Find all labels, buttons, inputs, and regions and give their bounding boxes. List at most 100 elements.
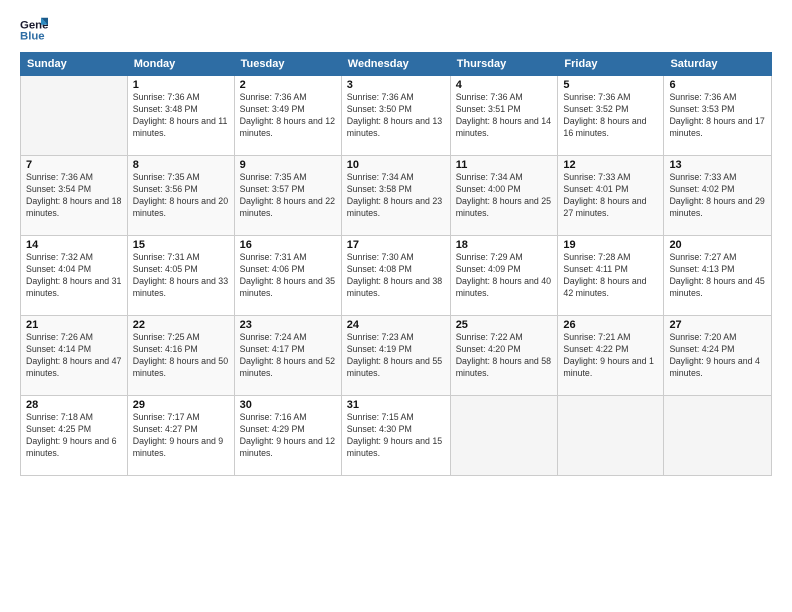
calendar-cell: 12Sunrise: 7:33 AMSunset: 4:01 PMDayligh…	[558, 156, 664, 236]
weekday-header-cell: Monday	[127, 53, 234, 76]
day-number: 5	[563, 79, 658, 91]
day-info: Sunrise: 7:36 AMSunset: 3:52 PMDaylight:…	[563, 92, 658, 140]
day-info: Sunrise: 7:31 AMSunset: 4:05 PMDaylight:…	[133, 252, 229, 300]
calendar-cell: 28Sunrise: 7:18 AMSunset: 4:25 PMDayligh…	[21, 396, 128, 476]
weekday-header-cell: Thursday	[450, 53, 558, 76]
day-info: Sunrise: 7:15 AMSunset: 4:30 PMDaylight:…	[347, 412, 445, 460]
day-number: 21	[26, 319, 122, 331]
calendar-page: General Blue SundayMondayTuesdayWednesda…	[0, 0, 792, 612]
day-info: Sunrise: 7:36 AMSunset: 3:50 PMDaylight:…	[347, 92, 445, 140]
day-number: 22	[133, 319, 229, 331]
logo-icon: General Blue	[20, 16, 48, 44]
day-info: Sunrise: 7:36 AMSunset: 3:53 PMDaylight:…	[669, 92, 766, 140]
day-info: Sunrise: 7:31 AMSunset: 4:06 PMDaylight:…	[240, 252, 336, 300]
calendar-cell: 25Sunrise: 7:22 AMSunset: 4:20 PMDayligh…	[450, 316, 558, 396]
day-number: 23	[240, 319, 336, 331]
weekday-header-cell: Wednesday	[341, 53, 450, 76]
day-number: 31	[347, 399, 445, 411]
calendar-cell: 21Sunrise: 7:26 AMSunset: 4:14 PMDayligh…	[21, 316, 128, 396]
day-info: Sunrise: 7:36 AMSunset: 3:49 PMDaylight:…	[240, 92, 336, 140]
day-number: 4	[456, 79, 553, 91]
calendar-cell: 27Sunrise: 7:20 AMSunset: 4:24 PMDayligh…	[664, 316, 772, 396]
calendar-cell: 18Sunrise: 7:29 AMSunset: 4:09 PMDayligh…	[450, 236, 558, 316]
calendar-week-row: 21Sunrise: 7:26 AMSunset: 4:14 PMDayligh…	[21, 316, 772, 396]
day-number: 27	[669, 319, 766, 331]
calendar-cell: 14Sunrise: 7:32 AMSunset: 4:04 PMDayligh…	[21, 236, 128, 316]
day-number: 30	[240, 399, 336, 411]
day-number: 24	[347, 319, 445, 331]
day-info: Sunrise: 7:28 AMSunset: 4:11 PMDaylight:…	[563, 252, 658, 300]
calendar-cell: 5Sunrise: 7:36 AMSunset: 3:52 PMDaylight…	[558, 76, 664, 156]
day-number: 13	[669, 159, 766, 171]
day-number: 2	[240, 79, 336, 91]
day-info: Sunrise: 7:26 AMSunset: 4:14 PMDaylight:…	[26, 332, 122, 380]
day-number: 7	[26, 159, 122, 171]
calendar-cell: 3Sunrise: 7:36 AMSunset: 3:50 PMDaylight…	[341, 76, 450, 156]
weekday-header-cell: Tuesday	[234, 53, 341, 76]
day-number: 1	[133, 79, 229, 91]
day-info: Sunrise: 7:29 AMSunset: 4:09 PMDaylight:…	[456, 252, 553, 300]
day-number: 29	[133, 399, 229, 411]
calendar-cell: 22Sunrise: 7:25 AMSunset: 4:16 PMDayligh…	[127, 316, 234, 396]
day-info: Sunrise: 7:21 AMSunset: 4:22 PMDaylight:…	[563, 332, 658, 380]
day-number: 19	[563, 239, 658, 251]
day-number: 12	[563, 159, 658, 171]
day-info: Sunrise: 7:27 AMSunset: 4:13 PMDaylight:…	[669, 252, 766, 300]
day-number: 14	[26, 239, 122, 251]
day-number: 3	[347, 79, 445, 91]
calendar-cell: 30Sunrise: 7:16 AMSunset: 4:29 PMDayligh…	[234, 396, 341, 476]
calendar-cell: 23Sunrise: 7:24 AMSunset: 4:17 PMDayligh…	[234, 316, 341, 396]
day-info: Sunrise: 7:20 AMSunset: 4:24 PMDaylight:…	[669, 332, 766, 380]
day-number: 10	[347, 159, 445, 171]
day-info: Sunrise: 7:34 AMSunset: 4:00 PMDaylight:…	[456, 172, 553, 220]
calendar-cell: 7Sunrise: 7:36 AMSunset: 3:54 PMDaylight…	[21, 156, 128, 236]
calendar-body: 1Sunrise: 7:36 AMSunset: 3:48 PMDaylight…	[21, 76, 772, 476]
day-number: 16	[240, 239, 336, 251]
day-number: 11	[456, 159, 553, 171]
weekday-header-cell: Saturday	[664, 53, 772, 76]
calendar-table: SundayMondayTuesdayWednesdayThursdayFrid…	[20, 52, 772, 476]
calendar-cell: 29Sunrise: 7:17 AMSunset: 4:27 PMDayligh…	[127, 396, 234, 476]
day-number: 6	[669, 79, 766, 91]
day-info: Sunrise: 7:16 AMSunset: 4:29 PMDaylight:…	[240, 412, 336, 460]
day-info: Sunrise: 7:22 AMSunset: 4:20 PMDaylight:…	[456, 332, 553, 380]
day-number: 18	[456, 239, 553, 251]
day-number: 25	[456, 319, 553, 331]
calendar-cell: 17Sunrise: 7:30 AMSunset: 4:08 PMDayligh…	[341, 236, 450, 316]
header: General Blue	[20, 16, 772, 44]
day-number: 26	[563, 319, 658, 331]
day-info: Sunrise: 7:24 AMSunset: 4:17 PMDaylight:…	[240, 332, 336, 380]
calendar-week-row: 7Sunrise: 7:36 AMSunset: 3:54 PMDaylight…	[21, 156, 772, 236]
day-info: Sunrise: 7:18 AMSunset: 4:25 PMDaylight:…	[26, 412, 122, 460]
day-info: Sunrise: 7:35 AMSunset: 3:56 PMDaylight:…	[133, 172, 229, 220]
calendar-week-row: 28Sunrise: 7:18 AMSunset: 4:25 PMDayligh…	[21, 396, 772, 476]
calendar-cell: 31Sunrise: 7:15 AMSunset: 4:30 PMDayligh…	[341, 396, 450, 476]
day-info: Sunrise: 7:33 AMSunset: 4:01 PMDaylight:…	[563, 172, 658, 220]
day-info: Sunrise: 7:32 AMSunset: 4:04 PMDaylight:…	[26, 252, 122, 300]
day-info: Sunrise: 7:36 AMSunset: 3:51 PMDaylight:…	[456, 92, 553, 140]
day-info: Sunrise: 7:34 AMSunset: 3:58 PMDaylight:…	[347, 172, 445, 220]
day-number: 17	[347, 239, 445, 251]
calendar-cell	[664, 396, 772, 476]
calendar-week-row: 1Sunrise: 7:36 AMSunset: 3:48 PMDaylight…	[21, 76, 772, 156]
svg-text:Blue: Blue	[20, 31, 45, 43]
day-number: 15	[133, 239, 229, 251]
day-info: Sunrise: 7:23 AMSunset: 4:19 PMDaylight:…	[347, 332, 445, 380]
day-info: Sunrise: 7:25 AMSunset: 4:16 PMDaylight:…	[133, 332, 229, 380]
calendar-cell: 9Sunrise: 7:35 AMSunset: 3:57 PMDaylight…	[234, 156, 341, 236]
weekday-header-cell: Friday	[558, 53, 664, 76]
calendar-cell: 15Sunrise: 7:31 AMSunset: 4:05 PMDayligh…	[127, 236, 234, 316]
calendar-cell: 2Sunrise: 7:36 AMSunset: 3:49 PMDaylight…	[234, 76, 341, 156]
calendar-cell	[450, 396, 558, 476]
calendar-cell: 19Sunrise: 7:28 AMSunset: 4:11 PMDayligh…	[558, 236, 664, 316]
weekday-header-cell: Sunday	[21, 53, 128, 76]
calendar-cell	[558, 396, 664, 476]
calendar-cell: 16Sunrise: 7:31 AMSunset: 4:06 PMDayligh…	[234, 236, 341, 316]
day-number: 20	[669, 239, 766, 251]
weekday-header-row: SundayMondayTuesdayWednesdayThursdayFrid…	[21, 53, 772, 76]
calendar-cell: 4Sunrise: 7:36 AMSunset: 3:51 PMDaylight…	[450, 76, 558, 156]
calendar-cell: 11Sunrise: 7:34 AMSunset: 4:00 PMDayligh…	[450, 156, 558, 236]
calendar-cell: 1Sunrise: 7:36 AMSunset: 3:48 PMDaylight…	[127, 76, 234, 156]
calendar-cell: 24Sunrise: 7:23 AMSunset: 4:19 PMDayligh…	[341, 316, 450, 396]
day-number: 8	[133, 159, 229, 171]
